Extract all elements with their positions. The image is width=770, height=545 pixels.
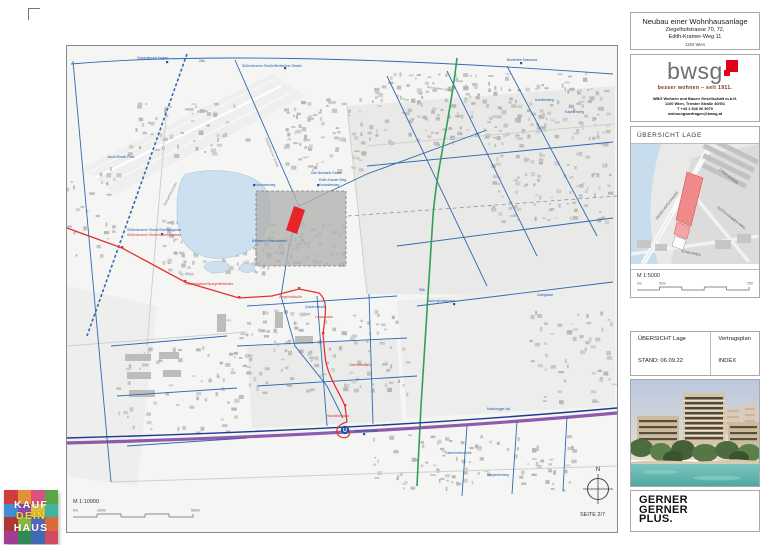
north-arrow: N: [582, 467, 614, 509]
svg-text:Zachgasse: Zachgasse: [537, 293, 553, 297]
svg-text:500m: 500m: [191, 509, 200, 513]
plan-type: Vertragsplan: [710, 332, 759, 354]
map-scale: M 1:10000 0m 100m 500m: [73, 499, 203, 520]
title-table: ÜBERSICHT Lage Vertragsplan STAND: 06.09…: [630, 331, 760, 376]
svg-text:100m: 100m: [97, 509, 106, 513]
svg-text:Hausfeldstraße: Hausfeldstraße: [355, 429, 378, 433]
detail-area-rect: [256, 191, 346, 266]
svg-text:Badeteich Hirschstetten: Badeteich Hirschstetten: [252, 239, 287, 243]
bwsg-block: bwsg besser wohnen – seit 1911. WBG Wohn…: [630, 54, 760, 122]
svg-text:Ziegelhofstraße: Ziegelhofstraße: [279, 295, 302, 299]
svg-text:Margeritenweg: Margeritenweg: [487, 473, 509, 477]
overview-title: ÜBERSICHT LAGE: [631, 127, 759, 144]
svg-text:Breitenlee Amtshaus: Breitenlee Amtshaus: [507, 58, 538, 62]
svg-text:95A: 95A: [419, 288, 426, 292]
sheet-name: ÜBERSICHT Lage: [631, 332, 710, 354]
svg-text:Gartenheimstraße: Gartenheimstraße: [445, 451, 472, 455]
svg-text:Marchegger Ast: Marchegger Ast: [487, 407, 510, 411]
bwsg-logo: bwsg: [667, 60, 723, 83]
svg-text:Lackenjöchelgasse: Lackenjöchelgasse: [427, 299, 455, 303]
bwsg-tagline: besser wohnen – seit 1911.: [631, 85, 759, 91]
svg-text:U: U: [343, 428, 347, 434]
crop-mark: [28, 8, 40, 20]
ubahn-station: U: [341, 426, 349, 434]
svg-text:Lobaugasse: Lobaugasse: [315, 315, 333, 319]
kdh-line3: HAUS: [14, 523, 49, 535]
overview-scale: M 1:5000 0m 50m 250m: [631, 269, 759, 298]
project-address-2: Edith-Kramer-Weg 11: [631, 34, 759, 40]
svg-text:Oberdorfstraße: Oberdorfstraße: [349, 363, 372, 367]
sheet-date: STAND: 06.09.22: [631, 354, 710, 376]
svg-text:Spargelfeldstraße: Spargelfeldstraße: [162, 181, 178, 206]
rendering-image: [631, 380, 759, 486]
rail-line-dashed: [87, 54, 187, 336]
bwsg-email: wohnungsanfragen@bwsg.at: [631, 111, 759, 116]
city-map-canvas: U Gewerbepark Kagran 26A Süßenbrunner Stra…: [67, 46, 617, 532]
svg-text:Süßenbrunner Straße/Breitenlee: Süßenbrunner Straße/Breitenleer Straße: [242, 64, 302, 68]
page-number: SEITE 2/7: [580, 512, 605, 518]
bwsg-square-small-icon: [724, 70, 730, 76]
map-scalebar: 0m 100m 500m: [73, 507, 203, 520]
overview-scalebar: 0m 50m 250m: [637, 280, 753, 293]
svg-text:Oberfeldgasse/Spargelfeldstraß: Oberfeldgasse/Spargelfeldstraße: [185, 282, 234, 286]
svg-text:0m: 0m: [637, 282, 642, 286]
svg-text:Breitenleer Straße: Breitenleer Straße: [427, 85, 454, 93]
project-city: 1220 Wien: [631, 42, 759, 47]
overview-scale-label: M 1:5000: [637, 273, 753, 279]
sheet-index: INDEX: [710, 354, 759, 376]
architect-logo-block: GERNER GERNER PLUS.: [630, 490, 760, 532]
svg-text:Karl-Bednarik-Gasse: Karl-Bednarik-Gasse: [311, 171, 342, 175]
svg-text:Hausfeldstraße: Hausfeldstraße: [327, 414, 350, 418]
kauf-dein-haus-logo: KAUF DEIN HAUS: [4, 490, 58, 544]
svg-text:Korianderweg: Korianderweg: [319, 183, 340, 187]
svg-text:Süßenbrunner Straße/Oberfeldga: Süßenbrunner Straße/Oberfeldgasse: [127, 228, 181, 232]
svg-text:Edith-Kramer-Weg: Edith-Kramer-Weg: [319, 178, 346, 182]
svg-text:Kamillenweg: Kamillenweg: [535, 98, 554, 102]
svg-text:0m: 0m: [73, 509, 78, 513]
kdh-text: KAUF DEIN HAUS: [4, 490, 58, 544]
svg-text:Quadenstraße: Quadenstraße: [305, 305, 326, 309]
svg-text:Gewerbepark Kagran: Gewerbepark Kagran: [137, 56, 169, 60]
project-rendering: [630, 379, 760, 487]
overview-thumbnail-map: LOBAUGASSEZIEGELHOFSTRASSEEDITH-KRAMER-W…: [631, 144, 759, 264]
svg-text:Jacob-Bindel-Platz: Jacob-Bindel-Platz: [107, 155, 135, 159]
map-scale-label: M 1:10000: [73, 499, 203, 505]
project-title: Neubau einer Wohnhausanlage: [631, 17, 759, 26]
north-label: N: [582, 467, 614, 473]
project-title-block: Neubau einer Wohnhausanlage Ziegelhofstr…: [630, 12, 760, 50]
svg-text:Korianderweg: Korianderweg: [255, 183, 276, 187]
overview-block: ÜBERSICHT LAGE LOBAUGASSEZIEGELHOFSTRASS…: [630, 126, 760, 298]
svg-text:Süßenbrunner Straße: Süßenbrunner Straße: [264, 137, 280, 168]
svg-text:250m: 250m: [747, 282, 753, 286]
bwsg-wordmark: bwsg: [667, 58, 723, 84]
svg-text:26A: 26A: [199, 59, 206, 63]
svg-text:Kapellenweg: Kapellenweg: [565, 110, 584, 114]
project-address-1: Ziegelhofstrasse 70, 72,: [631, 27, 759, 33]
bwsg-address: WBG Wohnen und Bauen Gesellschaft m.b.H.…: [631, 96, 759, 116]
svg-text:Süßenbrunner Straße/Oberfeldga: Süßenbrunner Straße/Oberfeldgasse: [127, 233, 181, 237]
architect-line3: PLUS.: [639, 515, 759, 525]
svg-text:50m: 50m: [659, 282, 666, 286]
site-map: U Gewerbepark Kagran 26A Süßenbrunner Stra…: [66, 45, 618, 533]
compass-icon: [583, 474, 613, 504]
